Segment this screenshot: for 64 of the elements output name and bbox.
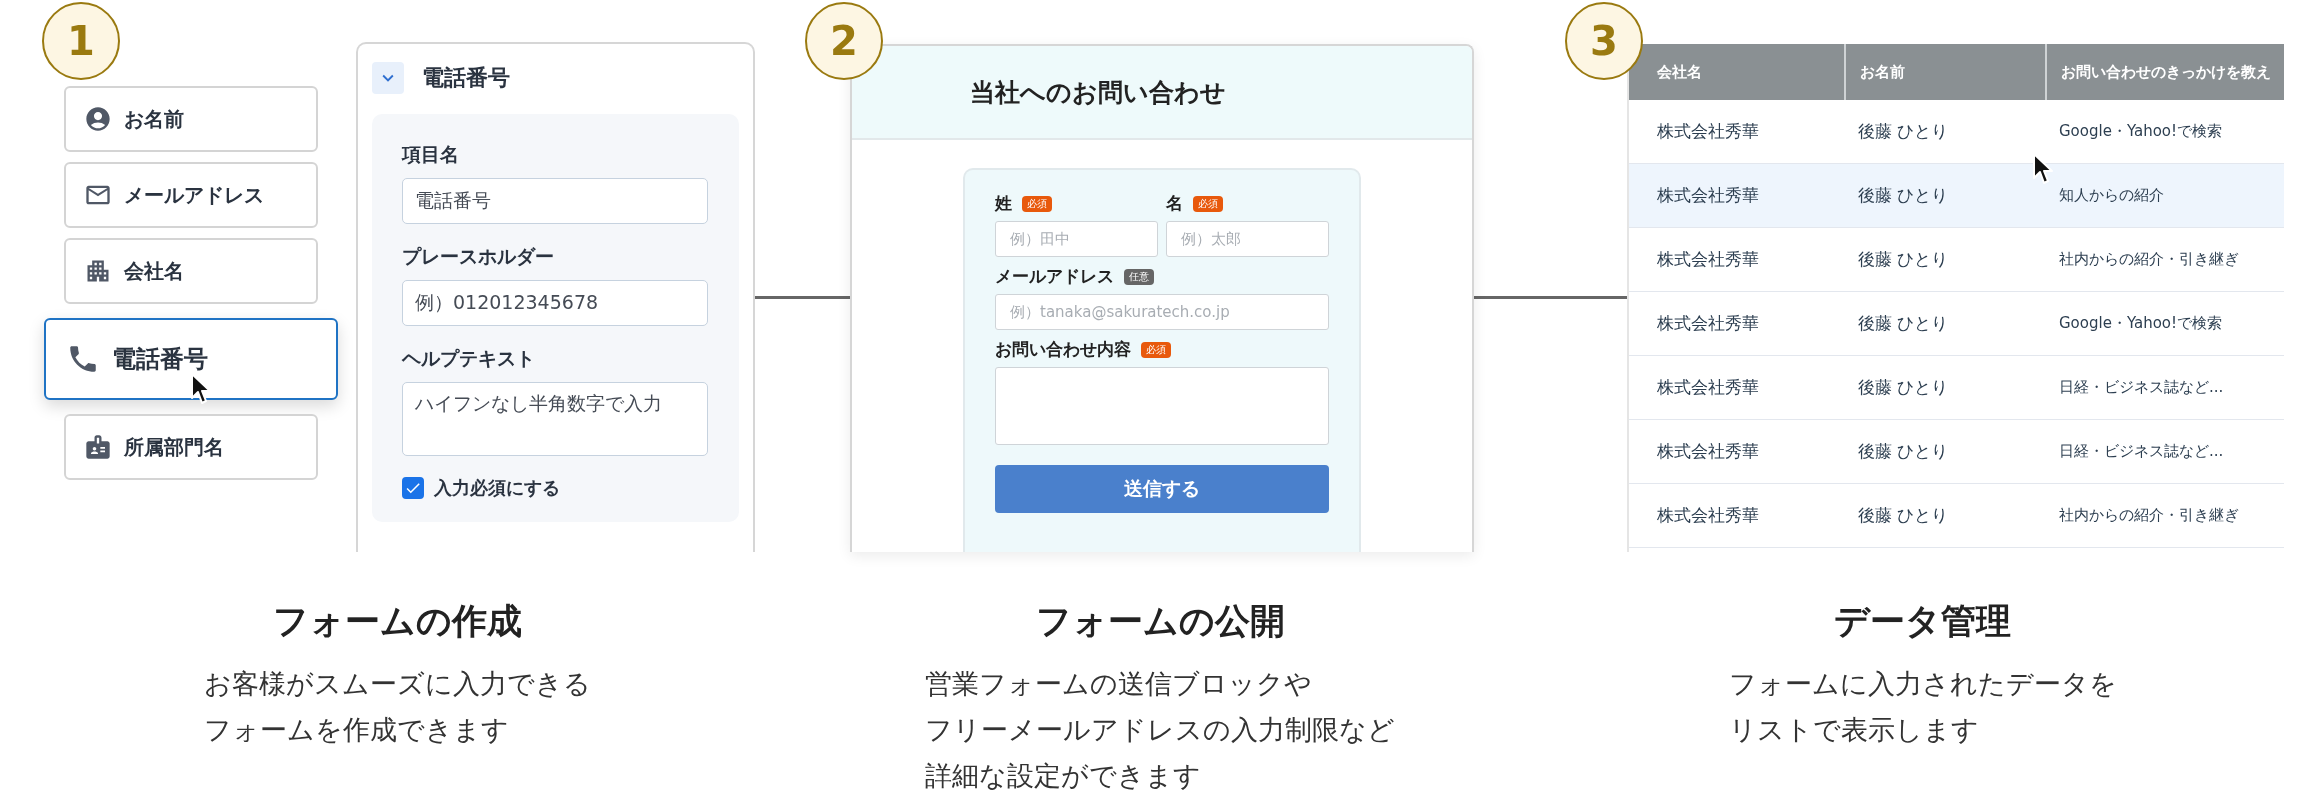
table-cell-text: 後藤 ひとり [1857, 504, 1950, 527]
field-type-item[interactable]: メールアドレス [64, 162, 318, 228]
id-badge-icon [84, 433, 112, 461]
field-label: メールアドレス [995, 265, 1114, 288]
table-cell-text: 後藤 ひとり [1857, 120, 1950, 143]
textarea-field[interactable] [995, 367, 1329, 445]
step-title: データ管理 [1834, 600, 2011, 643]
optional-tag: 任意 [1124, 268, 1154, 285]
description-line: リストで表示します [1728, 713, 1979, 747]
checkbox[interactable] [402, 477, 424, 499]
field-label: ヘルプテキスト [402, 346, 536, 371]
table-cell-text: 社内からの紹介・引き継ぎ [2058, 249, 2240, 270]
form-title: 当社へのお問い合わせ [970, 76, 1226, 109]
description-line: 営業フォームの送信ブロックや [925, 667, 1312, 701]
field-type-item[interactable]: 所属部門名 [64, 414, 318, 480]
step-title: フォームの作成 [273, 600, 522, 643]
table-cell-text: 株式会社秀華 [1656, 120, 1760, 143]
description-line: フォームに入力されたデータを [1728, 667, 2117, 701]
submit-button[interactable]: 送信する [995, 465, 1329, 513]
description-line: お客様がスムーズに入力できる [204, 667, 591, 701]
checkbox-label: 入力必須にする [434, 476, 560, 500]
field-label: 名 [1166, 192, 1183, 215]
table-cell-text: 後藤 ひとり [1857, 184, 1950, 207]
textarea-field[interactable]: ハイフンなし半角数字で入力 [402, 382, 708, 456]
table-cell-text: 後藤 ひとり [1857, 376, 1950, 399]
field-type-item[interactable]: お名前 [64, 86, 318, 152]
table-cell-text: 日経・ビジネス誌など... [2058, 441, 2225, 462]
table-cell-text: 社内からの紹介・引き継ぎ [2058, 505, 2240, 526]
table-cell-text: 株式会社秀華 [1656, 376, 1760, 399]
step-number: 2 [805, 2, 883, 80]
table-cell-text: 株式会社秀華 [1656, 248, 1760, 271]
description-line: フォームを作成できます [204, 713, 509, 747]
table-cell-text: Google・Yahoo!で検索 [2058, 313, 2224, 334]
field-label: プレースホルダー [402, 244, 555, 269]
table-cell-text: 株式会社秀華 [1656, 184, 1760, 207]
table-cell-text: 株式会社秀華 [1656, 312, 1760, 335]
person-icon [84, 105, 112, 133]
column-header: 会社名 [1656, 61, 1703, 83]
field-type-item[interactable]: 会社名 [64, 238, 318, 304]
required-tag: 必須 [1141, 341, 1171, 358]
editor-title: 電話番号 [422, 64, 510, 92]
field-label: 姓 [995, 192, 1012, 215]
table-cell-text: Google・Yahoo!で検索 [2058, 121, 2224, 142]
table-row[interactable]: 株式会社秀華 後藤 ひとり 知人からの紹介 [1629, 164, 2284, 228]
table-cell-text: 日経・ビジネス誌など... [2058, 377, 2225, 398]
chevron-icon[interactable] [372, 62, 404, 94]
description-line: 詳細な設定ができます [925, 759, 1201, 793]
table-cell-text: 株式会社秀華 [1656, 440, 1760, 463]
table-cell-text: 後藤 ひとり [1857, 440, 1950, 463]
table-cell-text: 株式会社秀華 [1656, 504, 1760, 527]
step-number: 1 [42, 2, 120, 80]
step-number: 3 [1565, 2, 1643, 80]
required-tag: 必須 [1193, 195, 1223, 212]
description-line: フリーメールアドレスの入力制限など [925, 713, 1395, 747]
input-field[interactable]: 例）012012345678 [402, 280, 708, 326]
required-tag: 必須 [1022, 195, 1052, 212]
field-label: お問い合わせ内容 [995, 338, 1131, 361]
table-cell-text: 知人からの紹介 [2058, 185, 2165, 206]
step-title: フォームの公開 [1035, 600, 1285, 643]
table-cell-text: 後藤 ひとり [1857, 312, 1950, 335]
field-label: 項目名 [402, 142, 460, 167]
input-field[interactable]: 電話番号 [402, 178, 708, 224]
field-type-item[interactable]: 電話番号 [44, 318, 338, 400]
table-cell-text: 後藤 ひとり [1857, 248, 1950, 271]
